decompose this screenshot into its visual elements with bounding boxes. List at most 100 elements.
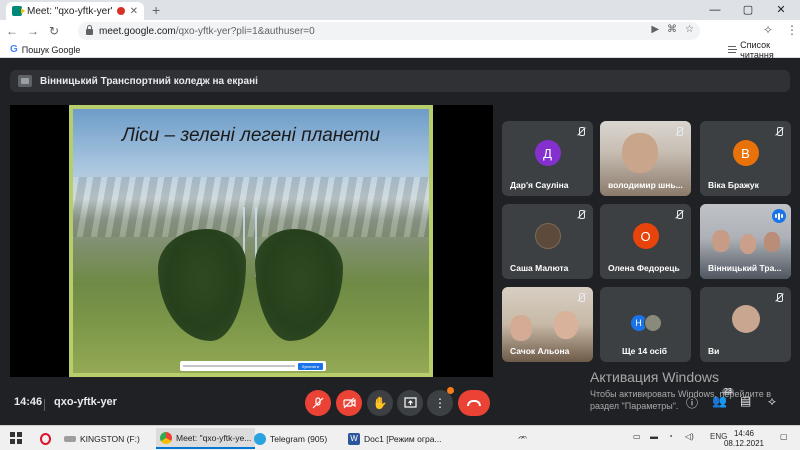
participant-tile[interactable]: володимир шнь... [600,121,691,196]
address-bar[interactable]: meet.google.com/qxo-yftk-yer?pli=1&authu… [78,22,700,40]
back-button[interactable]: ← [3,24,21,38]
shared-screen[interactable]: Ліси – зелені легені планети Зупинити [10,105,493,377]
lock-icon [86,25,93,35]
windows-activation-watermark: Активация Windows Чтобы активировать Win… [590,369,780,412]
url-text: meet.google.com/qxo-yftk-yer?pli=1&authu… [99,26,315,37]
meeting-time: 14:46 [14,396,43,408]
opera-taskbar-button[interactable] [36,428,55,449]
puzzle-extensions-icon[interactable]: ✧ [759,23,777,37]
bookmarks-bar: G Пошук Google Список читання [0,40,800,60]
others-tile[interactable]: Н Ще 14 осіб [600,287,691,362]
bookmark-label: Пошук Google [21,44,81,55]
participant-face-image [554,311,578,339]
browser-tab-meet[interactable]: Meet: "qxo-yftk-yer" ✕ [6,2,144,20]
camera-toggle-button[interactable] [336,390,362,416]
mic-off-icon [674,127,684,137]
forest-lung-left-image [158,229,246,341]
participant-face-image [740,234,756,254]
taskbar-telegram[interactable]: Telegram (905) [250,428,331,449]
network-icon[interactable]: ◔ [668,432,673,441]
participant-name: Олена Федорець [608,263,680,273]
self-tile[interactable]: Ви [700,287,791,362]
phone-hangup-icon [467,400,481,406]
forest-lung-right-image [255,229,343,341]
reading-list-icon [728,46,738,53]
participant-tile[interactable]: Саша Малюта [502,204,593,279]
word-icon: W [348,432,360,445]
activation-title: Активация Windows [590,369,720,385]
taskbar-word[interactable]: W Doc1 [Режим огра... [344,428,446,449]
chrome-icon [160,431,172,444]
windows-start-icon[interactable] [10,432,22,444]
bookmark-google-search[interactable]: G Пошук Google [10,44,80,55]
participant-avatar-photo [534,223,561,249]
screen-share-bar: Зупинити [180,361,326,371]
participant-face-image [764,232,780,252]
opera-icon [40,432,51,445]
browser-menu-icon[interactable]: ⋮ [783,23,800,37]
others-count-label: Ще 14 осіб [622,346,667,356]
participant-name: Сачок Альона [510,346,570,356]
mic-off-icon [576,127,586,137]
stop-sharing-button[interactable]: Зупинити [297,362,323,370]
slide-title: Ліси – зелені легені планети [121,125,381,146]
forward-button[interactable]: → [24,24,42,38]
mic-off-icon [312,397,324,409]
close-tab-icon[interactable]: ✕ [130,6,138,17]
taskbar-label: Doc1 [Режим огра... [364,433,442,444]
participant-name: Віка Бражук [708,180,759,190]
mic-toggle-button[interactable] [305,390,331,416]
telegram-icon [254,432,266,445]
speaking-indicator-icon [772,209,786,223]
camera-in-use-icon[interactable]: ▶ [651,24,659,35]
taskbar-label: Meet: "qxo-yftk-ye... [176,432,252,443]
url-host: meet.google.com [99,25,176,37]
participant-tile[interactable]: О Олена Федорець [600,204,691,279]
participant-tile[interactable]: Сачок Альона [502,287,593,362]
usb-drive-icon [64,435,76,442]
reading-list-button[interactable]: Список читання [728,40,800,60]
translate-icon[interactable]: ⌘ [667,24,677,35]
raise-hand-button[interactable]: ✋ [367,390,393,416]
participant-face-image [712,230,730,252]
present-screen-icon [403,397,417,408]
participant-avatar: В [732,140,759,166]
reload-button[interactable]: ↻ [45,24,63,38]
notifications-icon[interactable]: ▢ [780,432,788,441]
meeting-code: qxo-yftk-yer [54,396,117,408]
clock-time: 14:46 [733,429,754,438]
participant-face-image [622,133,658,173]
present-now-button[interactable] [397,390,423,416]
mic-off-icon [674,210,684,220]
participant-tile[interactable]: В Віка Бражук [700,121,791,196]
system-clock[interactable]: 14:46 08.12.2021 [724,429,764,449]
participant-name: Дар'я Сауліна [510,180,569,190]
windows-taskbar: KINGSTON (F:) Meet: "qxo-yftk-ye... Tele… [0,425,800,450]
close-window-button[interactable]: ✕ [766,0,796,20]
maximize-window-button[interactable]: ▢ [733,0,763,20]
meet-favicon-icon [12,6,25,16]
minimize-window-button[interactable]: — [700,0,730,20]
participant-name: володимир шнь... [608,180,683,190]
volume-icon[interactable]: ◁) [685,432,694,441]
participant-name: Саша Малюта [510,263,569,273]
new-tab-button[interactable]: + [152,2,160,18]
mic-off-icon [576,210,586,220]
presentation-slide: Ліси – зелені легені планети Зупинити [69,105,433,377]
people-tray-icon[interactable]: ᨏ [518,432,528,442]
tray-icon[interactable]: ▭ [633,432,641,441]
more-vert-icon: ⋮ [434,396,446,410]
battery-icon[interactable]: ▬ [650,432,658,441]
recording-dot-icon [116,7,125,15]
participant-tile[interactable]: Д Дар'я Сауліна [502,121,593,196]
taskbar-chrome[interactable]: Meet: "qxo-yftk-ye... [156,428,256,449]
share-bar-text-placeholder [183,365,295,367]
leave-call-button[interactable] [458,390,490,416]
taskbar-kingston[interactable]: KINGSTON (F:) [60,428,144,449]
divider [44,399,45,411]
notification-dot [447,387,454,394]
others-avatars: Н [629,314,662,332]
browser-tab-strip: Meet: "qxo-yftk-yer" ✕ + — ▢ ✕ [0,0,800,20]
participant-tile-speaking[interactable]: Вінницький Тра... [700,204,791,279]
bookmark-star-icon[interactable]: ☆ [685,24,694,35]
